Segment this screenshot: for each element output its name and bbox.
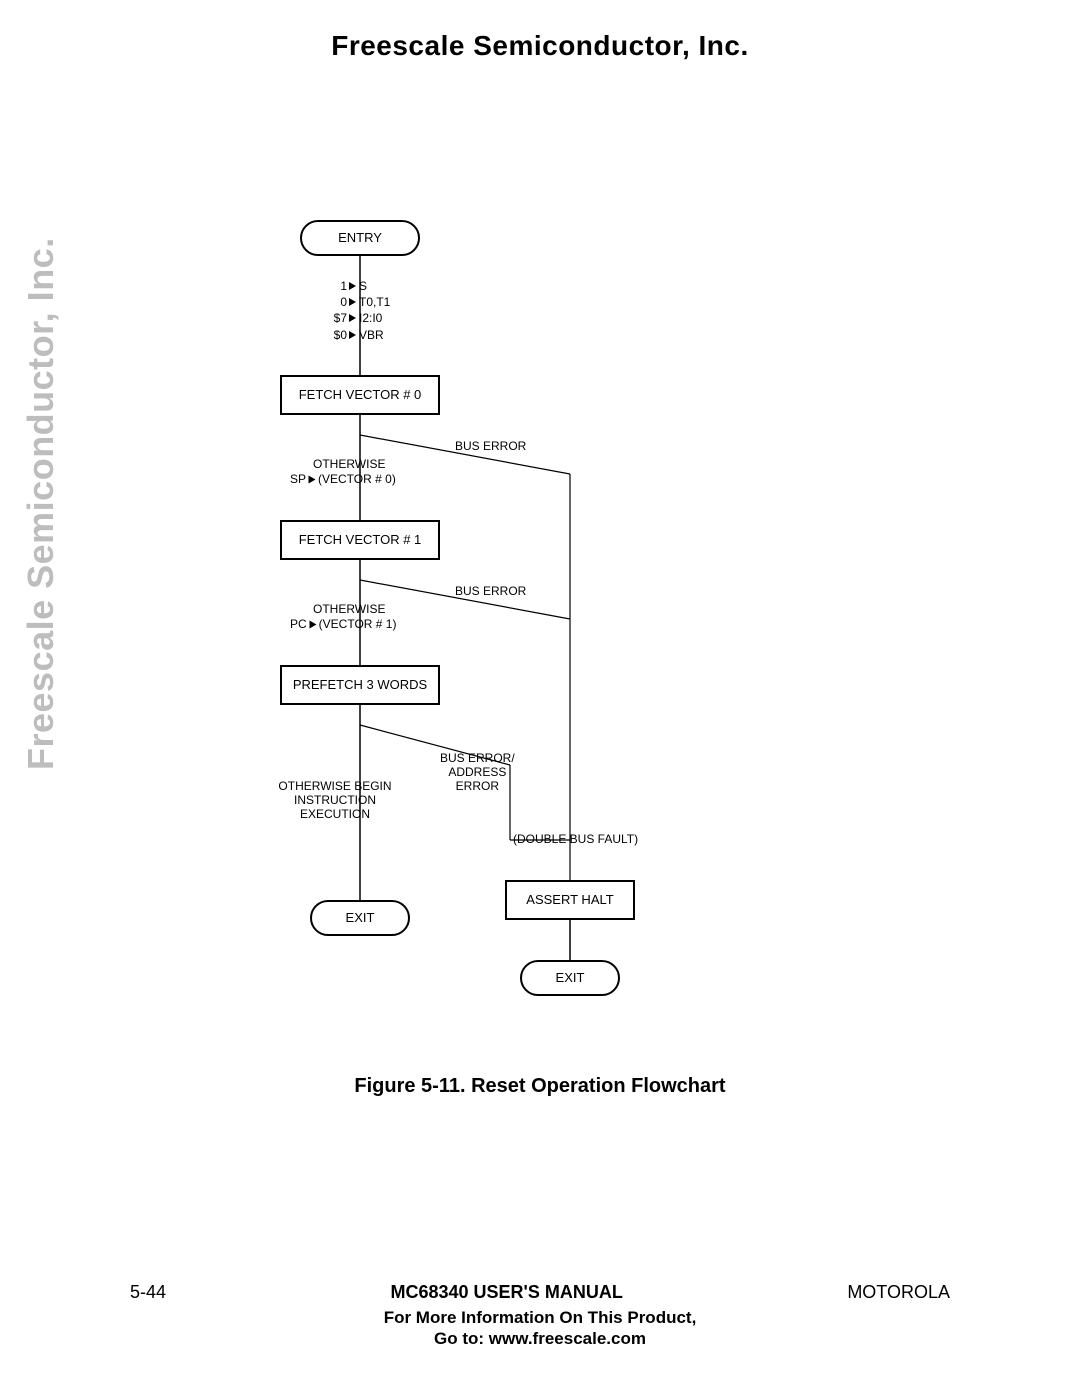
arrow-icon — [347, 314, 357, 322]
figure-caption: Figure 5-11. Reset Operation Flowchart — [0, 1075, 1080, 1098]
init-right: T0,T1 — [357, 294, 390, 310]
label-sp-vec0: SP(VECTOR # 0) — [290, 473, 396, 487]
process-fetch-vector-1: FETCH VECTOR # 1 — [280, 520, 440, 560]
flowchart: ENTRY 1 S 0 T0,T1 $7 I2:I0 $0 VBR FETCH … — [280, 220, 800, 1050]
init-assignments: 1 S 0 T0,T1 $7 I2:I0 $0 VBR — [323, 278, 390, 343]
page-title: Freescale Semiconductor, Inc. — [0, 30, 1080, 62]
label-otherwise: OTHERWISE — [313, 603, 385, 617]
init-row: 1 S — [323, 278, 390, 294]
brand-name: MOTOROLA — [847, 1282, 950, 1303]
arrow-icon — [347, 331, 357, 339]
footer-info-line-1: For More Information On This Product, — [0, 1307, 1080, 1328]
terminal-exit-right: EXIT — [520, 960, 620, 996]
init-right: I2:I0 — [357, 310, 382, 326]
process-fetch-vector-0: FETCH VECTOR # 0 — [280, 375, 440, 415]
label-otherwise: OTHERWISE — [313, 458, 385, 472]
init-left: $7 — [323, 310, 347, 326]
init-row: 0 T0,T1 — [323, 294, 390, 310]
label-bus-error: BUS ERROR — [455, 440, 526, 454]
label-bus-error: BUS ERROR — [455, 585, 526, 599]
init-row: $0 VBR — [323, 327, 390, 343]
init-left: 1 — [323, 278, 347, 294]
arrow-icon — [309, 621, 316, 629]
page-number: 5-44 — [130, 1282, 166, 1303]
arrow-icon — [347, 298, 357, 306]
label-buserr-addr: BUS ERROR/ ADDRESS ERROR — [440, 752, 515, 793]
label-begin-exec: OTHERWISE BEGIN INSTRUCTION EXECUTION — [275, 780, 395, 821]
process-prefetch-3-words: PREFETCH 3 WORDS — [280, 665, 440, 705]
label-pc-vec1: PC(VECTOR # 1) — [290, 618, 396, 632]
init-right: S — [357, 278, 367, 294]
manual-title: MC68340 USER'S MANUAL — [391, 1282, 623, 1303]
init-right: VBR — [357, 327, 384, 343]
label-double-bus-fault: (DOUBLE BUS FAULT) — [513, 833, 638, 847]
arrow-icon — [347, 282, 357, 290]
arrow-icon — [309, 476, 316, 484]
terminal-exit-left: EXIT — [310, 900, 410, 936]
watermark-vertical: Freescale Semiconductor, Inc. — [20, 237, 62, 770]
footer-info-line-2: Go to: www.freescale.com — [0, 1328, 1080, 1349]
page-footer: 5-44 MC68340 USER'S MANUAL MOTOROLA For … — [0, 1282, 1080, 1350]
process-assert-halt: ASSERT HALT — [505, 880, 635, 920]
init-left: $0 — [323, 327, 347, 343]
terminal-entry: ENTRY — [300, 220, 420, 256]
init-left: 0 — [323, 294, 347, 310]
init-row: $7 I2:I0 — [323, 310, 390, 326]
